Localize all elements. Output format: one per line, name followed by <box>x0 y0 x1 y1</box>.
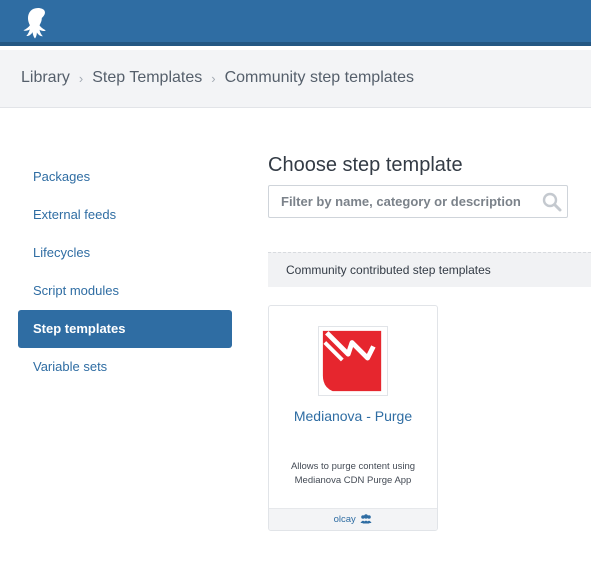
sidebar-item-external-feeds[interactable]: External feeds <box>18 196 232 234</box>
breadcrumb: Library › Step Templates › Community ste… <box>21 69 414 87</box>
octopus-logo-icon[interactable] <box>20 5 56 41</box>
search-box <box>268 185 568 218</box>
sidebar-item-lifecycles[interactable]: Lifecycles <box>18 234 232 272</box>
template-description: Allows to purge content using Medianova … <box>290 461 416 486</box>
breadcrumb-bar: Library › Step Templates › Community ste… <box>0 50 591 108</box>
filter-search-input[interactable] <box>269 186 537 217</box>
sidebar-item-variable-sets[interactable]: Variable sets <box>18 348 232 386</box>
chevron-right-icon: › <box>211 70 216 86</box>
users-icon <box>360 514 372 524</box>
main-content: Choose step template Community contribut… <box>268 150 591 531</box>
sidebar-item-packages[interactable]: Packages <box>18 158 232 196</box>
breadcrumb-community-step-templates: Community step templates <box>224 69 414 86</box>
section-header-community-templates: Community contributed step templates <box>268 252 591 287</box>
library-sidebar: Packages External feeds Lifecycles Scrip… <box>18 158 232 386</box>
page-title: Choose step template <box>268 154 463 176</box>
breadcrumb-step-templates[interactable]: Step Templates <box>92 69 202 87</box>
sidebar-item-step-templates[interactable]: Step templates <box>18 310 232 348</box>
template-author-footer: olcay <box>269 508 437 530</box>
step-template-card[interactable]: Medianova - Purge Allows to purge conten… <box>268 305 438 531</box>
top-navigation-bar <box>0 0 591 46</box>
chevron-right-icon: › <box>78 70 84 86</box>
template-name[interactable]: Medianova - Purge <box>269 408 437 424</box>
search-icon <box>542 192 562 212</box>
medianova-logo-icon <box>318 326 388 396</box>
template-author[interactable]: olcay <box>334 514 356 525</box>
breadcrumb-library[interactable]: Library <box>21 69 70 87</box>
sidebar-item-script-modules[interactable]: Script modules <box>18 272 232 310</box>
